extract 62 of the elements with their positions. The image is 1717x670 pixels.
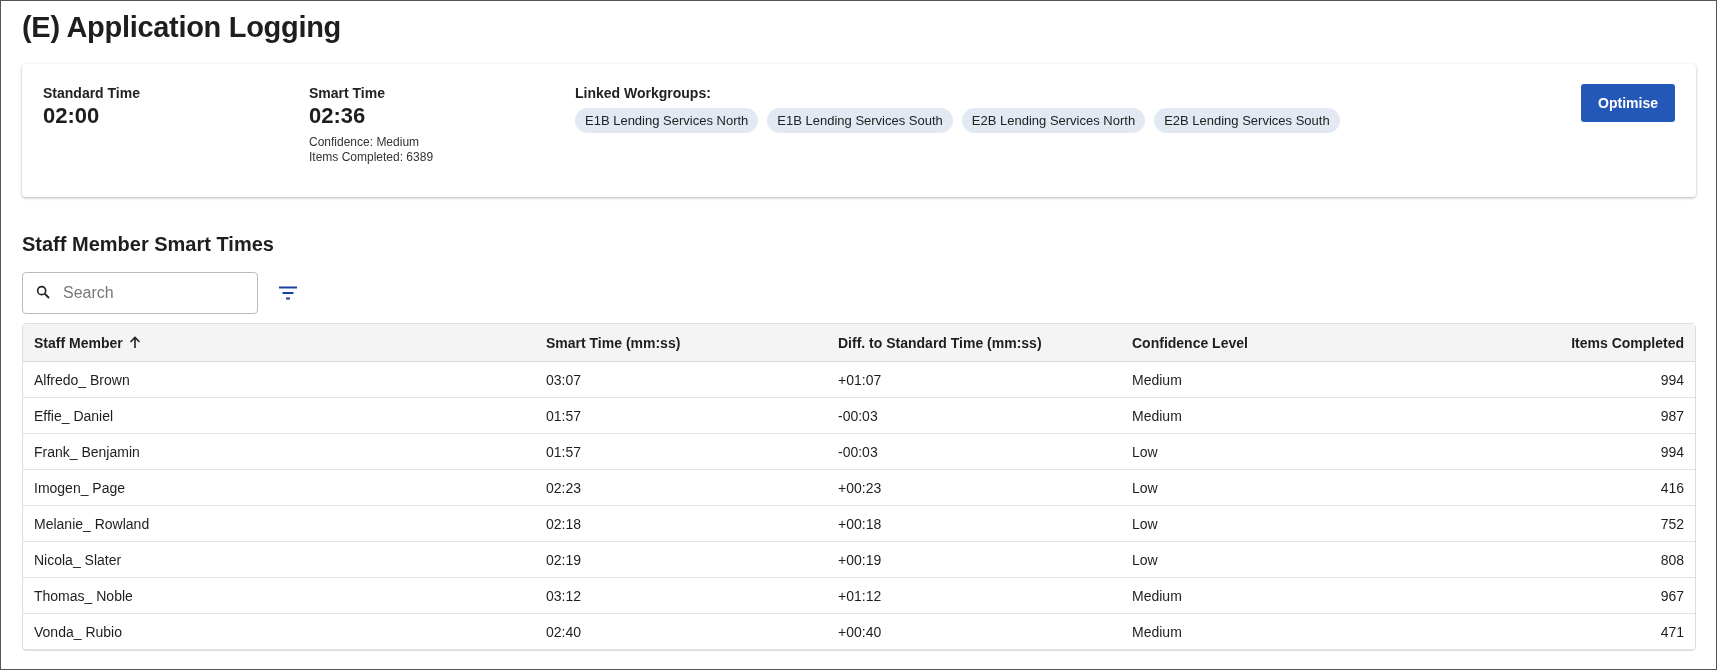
workgroups-label: Linked Workgroups: (575, 85, 712, 101)
table-cell: Low (1132, 551, 1158, 568)
table-cell: 02:19 (546, 551, 582, 568)
table-cell: Low (1132, 479, 1158, 496)
table-cell: 808 (1660, 551, 1684, 568)
stat-label: Standard Time (43, 85, 141, 101)
column-header[interactable]: Smart Time (mm:ss) (535, 324, 827, 362)
column-header[interactable]: Confidence Level (1121, 324, 1389, 362)
table-cell: Medium (1132, 371, 1182, 388)
table-cell: 752 (1660, 515, 1684, 532)
table-cell: Vonda_ Rubio (34, 623, 122, 640)
table-cell: -00:03 (838, 407, 878, 424)
column-header[interactable]: Diff. to Standard Time (mm:ss) (827, 324, 1121, 362)
table-cell: 994 (1660, 443, 1684, 460)
table-cell: 03:07 (546, 371, 582, 388)
table-cell: Medium (1132, 623, 1182, 640)
workgroup-chip: E2B Lending Services South (1154, 108, 1340, 133)
table-cell: 987 (1660, 407, 1684, 424)
table-cell: 02:18 (546, 515, 582, 532)
table-cell: +00:40 (838, 623, 882, 640)
table-cell: Low (1132, 515, 1158, 532)
optimise-button[interactable]: Optimise (1581, 84, 1675, 122)
table-cell: Thomas_ Noble (34, 587, 133, 604)
search-field[interactable]: Search (22, 272, 258, 314)
table-cell: +00:18 (838, 515, 882, 532)
filter-icon[interactable] (278, 286, 298, 300)
section-title: Staff Member Smart Times (22, 233, 275, 256)
table-cell: 471 (1660, 623, 1684, 640)
workgroup-chip: E1B Lending Services South (767, 108, 953, 133)
table-cell: 02:40 (546, 623, 582, 640)
items-completed-text: Items Completed: 6389 (309, 150, 435, 165)
table-cell: 416 (1660, 479, 1684, 496)
table-cell: 03:12 (546, 587, 582, 604)
column-header[interactable]: Items Completed (1389, 324, 1695, 362)
table-cell: -00:03 (838, 443, 878, 460)
table-cell: +00:19 (838, 551, 882, 568)
table-cell: Imogen_ Page (34, 479, 126, 496)
table-cell: Nicola_ Slater (34, 551, 122, 568)
search-icon (35, 284, 51, 300)
column-header[interactable]: Staff Member (23, 324, 535, 362)
stat-label: Smart Time (309, 85, 386, 101)
table-cell: +01:07 (838, 371, 882, 388)
table-cell: 994 (1660, 371, 1684, 388)
table-cell: Medium (1132, 587, 1182, 604)
table-cell: Medium (1132, 407, 1182, 424)
stat-value: 02:36 (309, 103, 367, 129)
table-cell: 01:57 (546, 443, 582, 460)
table-cell: Effie_ Daniel (34, 407, 114, 424)
workgroup-chip: E2B Lending Services North (961, 108, 1146, 133)
table-cell: 02:23 (546, 479, 582, 496)
workgroup-chip: E1B Lending Services North (575, 108, 759, 133)
confidence-text: Confidence: Medium (309, 135, 421, 150)
table-cell: Alfredo_ Brown (34, 371, 130, 388)
table-cell: +01:12 (838, 587, 882, 604)
table-cell: +00:23 (838, 479, 882, 496)
table-cell: 967 (1660, 587, 1684, 604)
table-cell: 01:57 (546, 407, 582, 424)
table-cell: Frank_ Benjamin (34, 443, 140, 460)
table-cell: Low (1132, 443, 1158, 460)
page-title: (E) Application Logging (22, 11, 343, 44)
table-cell: Melanie_ Rowland (34, 515, 150, 532)
stat-value: 02:00 (43, 103, 101, 129)
